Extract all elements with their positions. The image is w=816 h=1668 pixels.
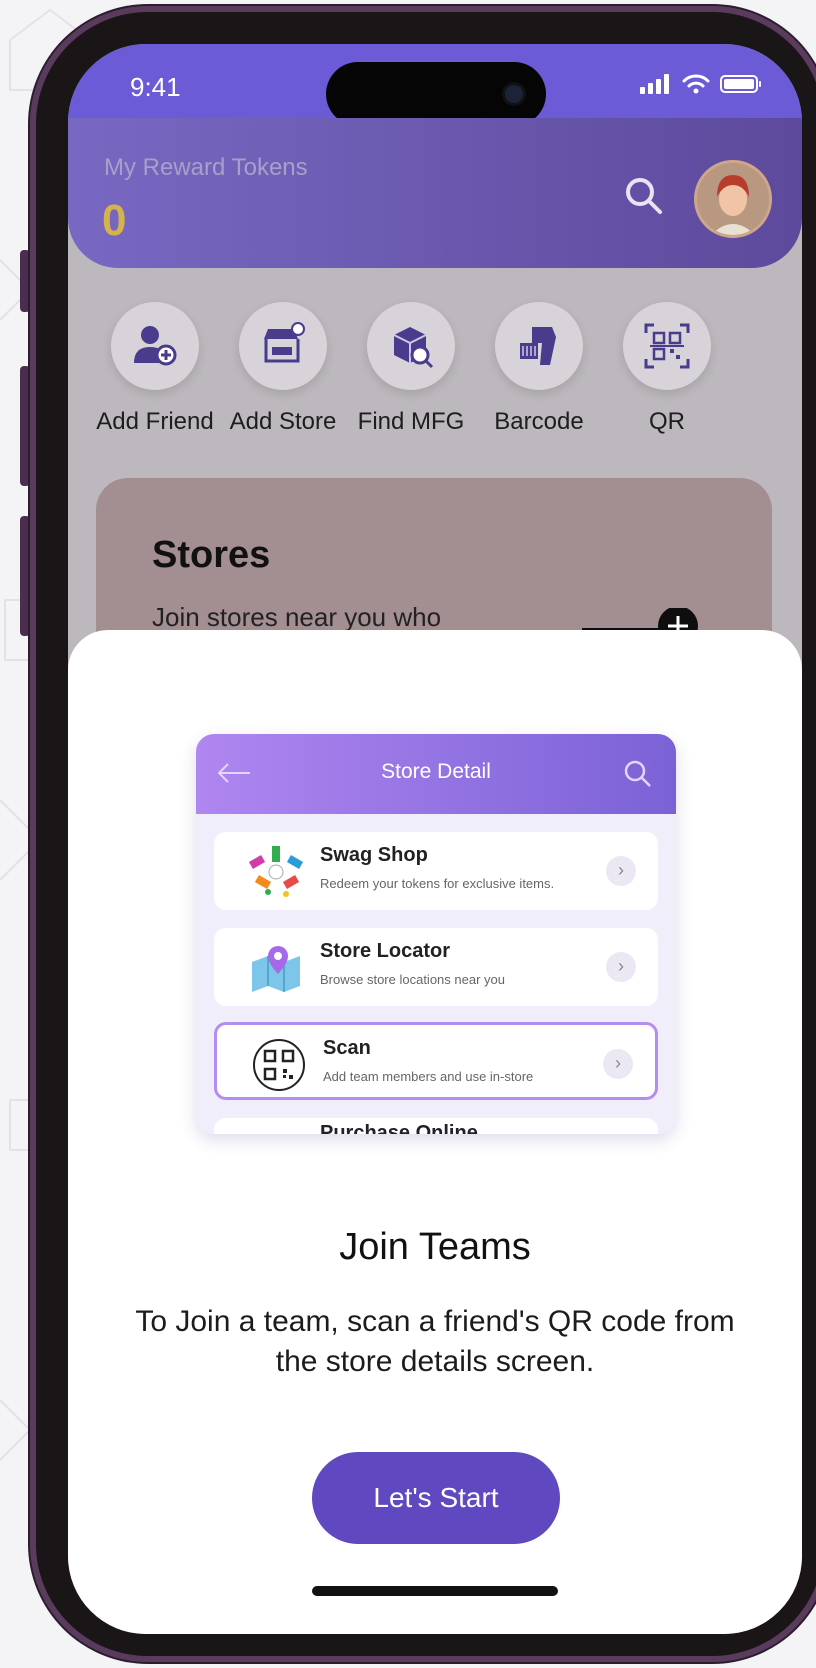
search-icon[interactable] <box>622 174 666 218</box>
battery-icon <box>720 75 761 93</box>
barcode-action[interactable]: Barcode <box>474 302 604 436</box>
barcode-label: Barcode <box>494 408 584 435</box>
search-icon <box>624 760 651 787</box>
find-mfg-action[interactable]: Find MFG <box>346 302 476 436</box>
join-teams-text: To Join a team, scan a friend's QR code … <box>135 1305 735 1378</box>
store-locator-item: Store Locator Browse store locations nea… <box>214 928 658 1006</box>
shopping-cart-icon <box>248 1130 304 1134</box>
purchase-online-item: Purchase Online › <box>214 1118 658 1134</box>
store-locator-name: Store Locator <box>320 940 451 962</box>
store-detail-preview: Store Detail Swag Shop Redeem your token… <box>196 734 676 1134</box>
action-button <box>20 250 30 312</box>
reward-header: My Reward Tokens 0 <box>68 118 802 268</box>
phone-screen: 9:41 My Reward Tokens 0 Add Friend Add S… <box>68 44 802 1634</box>
store-locator-desc: Browse store locations near you <box>320 972 505 987</box>
stores-text: Join stores near you who <box>152 602 442 632</box>
scan-desc: Add team members and use in-store <box>323 1069 534 1084</box>
add-friend-action[interactable]: Add Friend <box>90 302 220 436</box>
scan-qr-icon <box>253 1039 305 1091</box>
bottom-sheet: Store Detail Swag Shop Redeem your token… <box>68 630 802 1634</box>
qr-code-icon <box>644 323 690 369</box>
reward-tokens-value: 0 <box>102 196 127 245</box>
reward-tokens-label: My Reward Tokens <box>104 154 308 181</box>
camera-icon <box>502 82 526 106</box>
add-store-label: Add Store <box>229 408 337 435</box>
stores-title: Stores <box>152 534 271 576</box>
preview-title: Store Detail <box>381 760 491 783</box>
chevron-right-icon: › <box>603 1049 633 1079</box>
signal-icon <box>640 74 669 94</box>
volume-up-button <box>20 366 30 486</box>
qr-action[interactable]: QR <box>602 302 732 436</box>
volume-down-button <box>20 516 30 636</box>
home-indicator[interactable] <box>312 1586 558 1596</box>
avatar-image <box>697 163 769 235</box>
scan-item: Scan Add team members and use in-store › <box>214 1022 658 1100</box>
qr-label: QR <box>649 408 685 435</box>
preview-header: Store Detail <box>196 734 676 814</box>
add-store-icon <box>264 322 305 363</box>
dynamic-island <box>326 62 546 126</box>
add-friend-label: Add Friend <box>96 408 214 435</box>
status-time: 9:41 <box>130 72 181 102</box>
scan-name: Scan <box>323 1037 371 1059</box>
swag-shop-item: Swag Shop Redeem your tokens for exclusi… <box>214 832 658 910</box>
avatar[interactable] <box>694 160 772 238</box>
chevron-right-icon: › <box>606 952 636 982</box>
join-teams-title: Join Teams <box>339 1226 531 1268</box>
status-icons <box>640 74 762 94</box>
add-friend-icon <box>134 326 177 366</box>
lets-start-button[interactable]: Let's Start <box>312 1452 560 1544</box>
swag-shop-desc: Redeem your tokens for exclusive items. <box>320 876 555 891</box>
barcode-scanner-icon <box>520 327 556 365</box>
swag-shop-icon <box>248 846 304 897</box>
quick-actions: Add Friend Add Store Find MFG Barcode QR <box>68 302 802 442</box>
wifi-icon <box>682 74 710 94</box>
chevron-right-icon: › <box>606 856 636 886</box>
swag-shop-name: Swag Shop <box>320 844 428 866</box>
purchase-online-name: Purchase Online <box>320 1122 478 1134</box>
status-bar: 9:41 <box>68 44 802 126</box>
find-mfg-label: Find MFG <box>357 408 465 435</box>
add-store-action[interactable]: Add Store <box>218 302 348 436</box>
store-locator-icon <box>252 946 300 992</box>
find-mfg-icon <box>393 327 434 369</box>
